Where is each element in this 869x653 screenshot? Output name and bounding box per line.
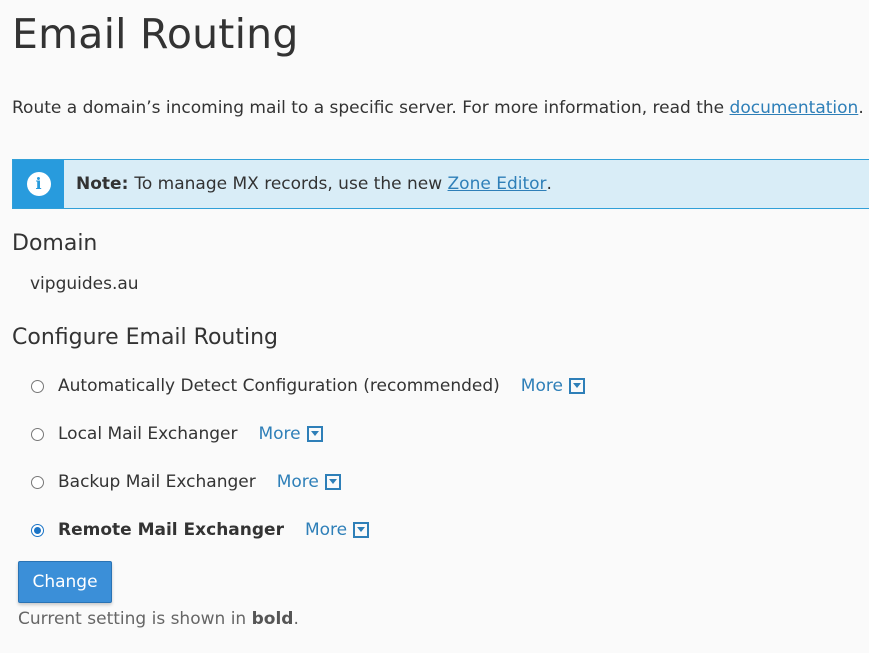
option-label-backup[interactable]: Backup Mail Exchanger [58, 472, 256, 492]
domain-heading: Domain [12, 231, 98, 256]
configure-routing-heading: Configure Email Routing [12, 325, 278, 350]
current-setting-end: . [293, 609, 299, 629]
option-local[interactable]: Local Mail Exchanger More [31, 424, 323, 444]
more-label[interactable]: More [305, 520, 347, 540]
radio-auto-detect[interactable] [31, 379, 44, 393]
current-setting-note: Current setting is shown in bold. [18, 609, 299, 629]
caret-down-icon[interactable] [306, 426, 323, 442]
more-toggle-local[interactable]: More [258, 424, 323, 444]
intro-text: Route a domain’s incoming mail to a spec… [12, 98, 864, 118]
option-label-local[interactable]: Local Mail Exchanger [58, 424, 237, 444]
note-body: To manage MX records, use the new [134, 174, 443, 194]
caret-down-icon[interactable] [353, 522, 370, 538]
option-backup[interactable]: Backup Mail Exchanger More [31, 472, 341, 492]
radio-remote[interactable] [31, 523, 44, 537]
option-auto-detect[interactable]: Automatically Detect Configuration (reco… [31, 376, 585, 396]
radio-local[interactable] [31, 427, 44, 441]
note-text: Note: To manage MX records, use the new … [64, 160, 552, 208]
documentation-link[interactable]: documentation [730, 98, 859, 118]
page-title: Email Routing [12, 10, 299, 58]
zone-editor-link[interactable]: Zone Editor [448, 174, 547, 194]
current-setting-text: Current setting is shown in [18, 609, 247, 629]
option-label-auto-detect[interactable]: Automatically Detect Configuration (reco… [58, 376, 500, 396]
caret-down-icon[interactable] [568, 378, 585, 394]
email-routing-page: Email Routing Route a domain’s incoming … [0, 0, 869, 653]
more-toggle-backup[interactable]: More [277, 472, 341, 492]
option-remote[interactable]: Remote Mail Exchanger More [31, 520, 370, 540]
more-toggle-remote[interactable]: More [305, 520, 370, 540]
current-setting-bold: bold [251, 609, 294, 629]
info-icon: i [26, 172, 51, 196]
note-label: Note: [76, 174, 129, 194]
more-label[interactable]: More [258, 424, 300, 444]
more-label[interactable]: More [277, 472, 319, 492]
info-icon-container: i [13, 160, 64, 208]
note-end: . [546, 174, 552, 194]
caret-down-icon[interactable] [324, 474, 341, 490]
more-toggle-auto-detect[interactable]: More [521, 376, 585, 396]
intro-text-body: Route a domain’s incoming mail to a spec… [12, 98, 725, 118]
option-label-remote[interactable]: Remote Mail Exchanger [58, 520, 284, 540]
radio-backup[interactable] [31, 475, 44, 489]
more-label[interactable]: More [521, 376, 563, 396]
info-note-banner: i Note: To manage MX records, use the ne… [12, 159, 869, 209]
domain-value: vipguides.au [30, 274, 139, 294]
intro-text-end: . [858, 98, 864, 118]
change-button[interactable]: Change [18, 561, 112, 603]
